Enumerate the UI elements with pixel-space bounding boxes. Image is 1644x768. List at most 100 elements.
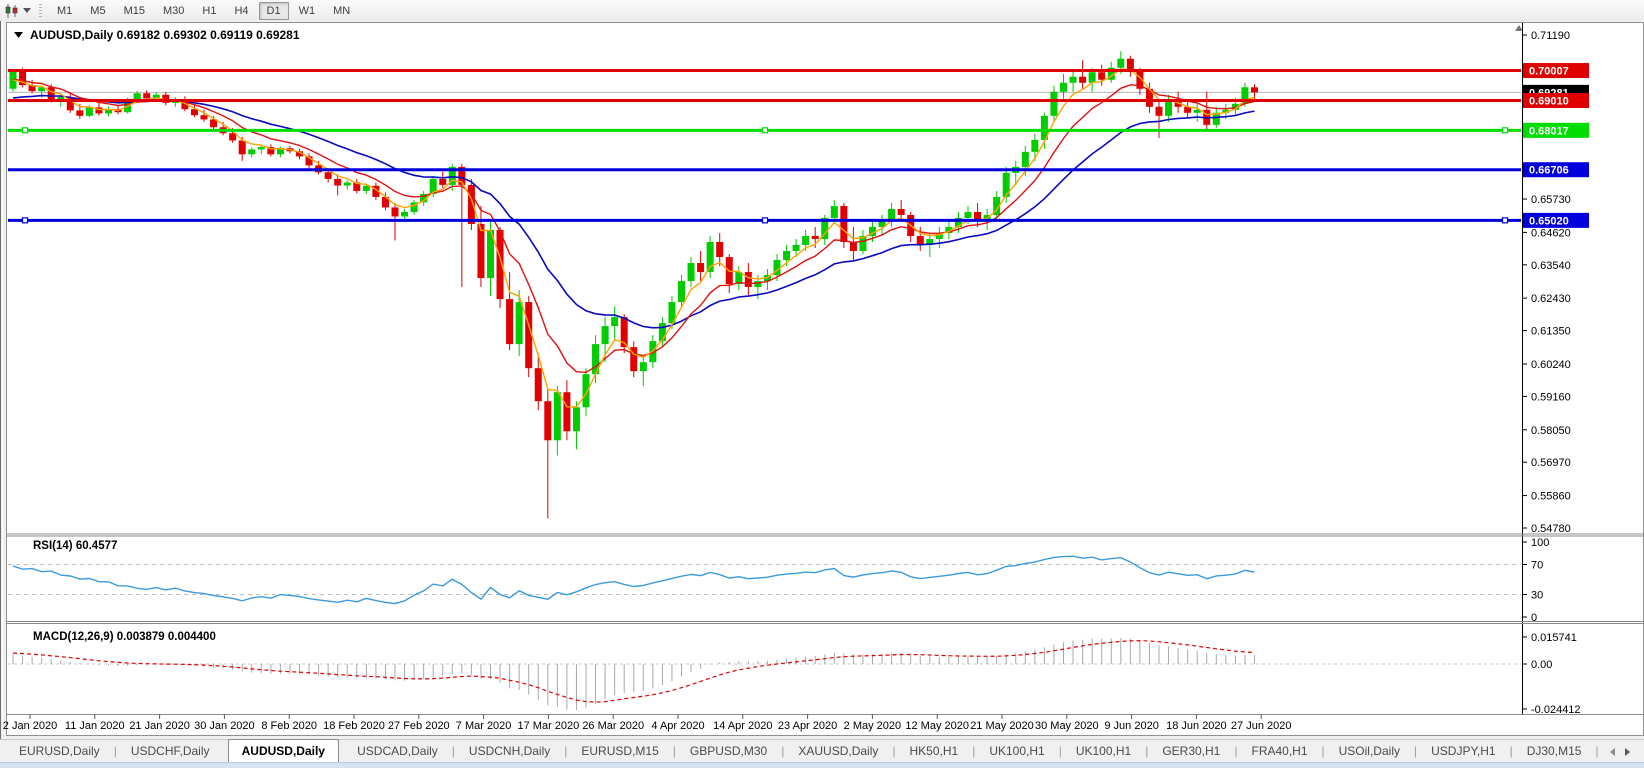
candle-body	[1060, 83, 1067, 92]
bottom-tab-FRA40-H1[interactable]: FRA40,H1	[1238, 741, 1320, 762]
rsi-scale-label: 0	[1531, 612, 1537, 624]
tab-scroll-left-icon[interactable]	[1610, 748, 1615, 756]
time-tick-label: 8 Feb 2020	[261, 720, 317, 732]
candle-body	[1089, 72, 1096, 83]
time-tick-label: 14 Apr 2020	[713, 720, 772, 732]
time-tick-label: 30 Jan 2020	[194, 720, 255, 732]
timeframe-button-M15[interactable]: M15	[116, 2, 153, 20]
tab-divider: |	[1594, 744, 1599, 762]
candle-body	[688, 263, 695, 281]
bottom-tab-UK100-H1[interactable]: UK100,H1	[976, 741, 1057, 762]
rsi-label: RSI(14) 60.4577	[33, 540, 117, 552]
level-drag-handle[interactable]	[1503, 218, 1508, 223]
level-drag-handle[interactable]	[763, 128, 768, 133]
candle-body	[554, 392, 561, 440]
candle-body	[602, 326, 609, 344]
time-tick-label: 2 May 2020	[844, 720, 901, 732]
candle-body	[611, 317, 618, 326]
bottom-tab-EURUSD-M15[interactable]: EURUSD,M15	[568, 741, 671, 762]
time-tick-label: 21 May 2020	[970, 720, 1034, 732]
bottom-tab-USDCNH-Daily[interactable]: USDCNH,Daily	[456, 741, 563, 762]
bottom-tab-DJ30-M15[interactable]: DJ30,M15	[1514, 741, 1595, 762]
timeframe-button-MN[interactable]: MN	[325, 2, 358, 20]
bottom-tab-GER30-H1[interactable]: GER30,H1	[1149, 741, 1233, 762]
candle-body	[143, 93, 150, 98]
candle-body	[477, 224, 484, 278]
price-tick-label: 0.56970	[1531, 457, 1571, 469]
timeframe-button-W1[interactable]: W1	[291, 2, 324, 20]
chevron-down-icon[interactable]	[23, 8, 31, 13]
level-drag-handle[interactable]	[763, 218, 768, 223]
candle-body	[134, 93, 141, 100]
tab-scroll-right-icon[interactable]	[1625, 748, 1630, 756]
candle-body	[1098, 72, 1105, 80]
price-tick-label: 0.60240	[1531, 359, 1571, 371]
level-drag-handle[interactable]	[23, 218, 28, 223]
candle-body	[840, 206, 847, 242]
bottom-tab-EURUSD-Daily[interactable]: EURUSD,Daily	[6, 741, 113, 762]
candle-body	[898, 209, 905, 215]
time-tick-label: 23 Apr 2020	[778, 720, 837, 732]
time-tick-label: 18 Jun 2020	[1166, 720, 1227, 732]
macd-scale-label: 0.00	[1531, 659, 1552, 671]
candle-body	[525, 302, 532, 368]
level-drag-handle[interactable]	[23, 128, 28, 133]
candlestick-chart-icon[interactable]	[3, 3, 21, 19]
price-tick-label: 0.58050	[1531, 425, 1571, 437]
toolbar-grip	[39, 4, 42, 18]
candle-body	[640, 362, 647, 371]
bottom-tab-USDCAD-Daily[interactable]: USDCAD,Daily	[344, 741, 451, 762]
timeframe-toolbar: M1M5M15M30H1H4D1W1MN	[0, 0, 1644, 22]
time-tick-label: 27 Feb 2020	[388, 720, 450, 732]
timeframe-button-M30[interactable]: M30	[155, 2, 192, 20]
bottom-tab-USDCHF-Daily[interactable]: USDCHF,Daily	[118, 741, 223, 762]
bottom-tab-XAUUSD-Daily[interactable]: XAUUSD,Daily	[785, 741, 891, 762]
candle-body	[850, 242, 857, 251]
time-tick-label: 18 Feb 2020	[323, 720, 385, 732]
level-drag-handle[interactable]	[1503, 128, 1508, 133]
candle-body	[745, 272, 752, 287]
candle-body	[563, 392, 570, 431]
bottom-tab-USDJPY-H1[interactable]: USDJPY,H1	[1418, 741, 1508, 762]
candle-body	[802, 236, 809, 245]
terminal-window: M1M5M15M30H1H4D1W1MN AUDUSD,Daily 0.6918…	[0, 0, 1644, 768]
timeframe-button-M1[interactable]: M1	[49, 2, 80, 20]
bottom-tab-USOil-Daily[interactable]: USOil,Daily	[1326, 741, 1413, 762]
bottom-tab-GBPUSD-M30[interactable]: GBPUSD,M30	[677, 741, 780, 762]
time-tick-label: 12 May 2020	[905, 720, 969, 732]
candle-body	[793, 245, 800, 251]
timeframe-button-H1[interactable]: H1	[194, 2, 224, 20]
candle-body	[1022, 152, 1029, 167]
timeframe-button-D1[interactable]: D1	[259, 2, 289, 20]
candle-body	[1003, 173, 1010, 197]
candle-body	[965, 212, 972, 218]
price-tick-label: 0.64620	[1531, 227, 1571, 239]
candle-body	[1050, 92, 1057, 116]
candle-body	[917, 236, 924, 245]
candle-body	[392, 207, 399, 216]
candle-body	[812, 236, 819, 239]
rsi-scale-label: 100	[1531, 537, 1549, 549]
chart-area: AUDUSD,Daily 0.69182 0.69302 0.69119 0.6…	[0, 21, 1644, 739]
bottom-tab-UK100-H1[interactable]: UK100,H1	[1063, 741, 1144, 762]
candlestick-chart-icon-svg	[4, 3, 20, 19]
time-tick-label: 11 Jan 2020	[65, 720, 125, 732]
bottom-tab-AUDUSD-Daily[interactable]: AUDUSD,Daily	[228, 739, 339, 762]
candle-body	[659, 323, 666, 341]
candle-body	[76, 110, 83, 115]
time-tick-label: 2 Jan 2020	[3, 720, 57, 732]
candle-body	[678, 281, 685, 302]
candle-body	[201, 115, 208, 119]
macd-scale-label: 0.015741	[1531, 632, 1577, 644]
price-tick-label: 0.63540	[1531, 260, 1571, 272]
candle-body	[258, 147, 265, 149]
chart-tab-bar: EURUSD,Daily|USDCHF,Daily|AUDUSD,Daily|U…	[0, 739, 1644, 762]
timeframe-button-M5[interactable]: M5	[82, 2, 113, 20]
timeframe-button-H4[interactable]: H4	[226, 2, 256, 20]
candle-body	[229, 133, 236, 140]
bottom-tab-HK50-H1[interactable]: HK50,H1	[897, 741, 972, 762]
rsi-scale-label: 70	[1531, 560, 1543, 572]
candle-body	[831, 206, 838, 218]
candle-body	[583, 374, 590, 407]
level-price-label: 0.68017	[1529, 125, 1569, 137]
